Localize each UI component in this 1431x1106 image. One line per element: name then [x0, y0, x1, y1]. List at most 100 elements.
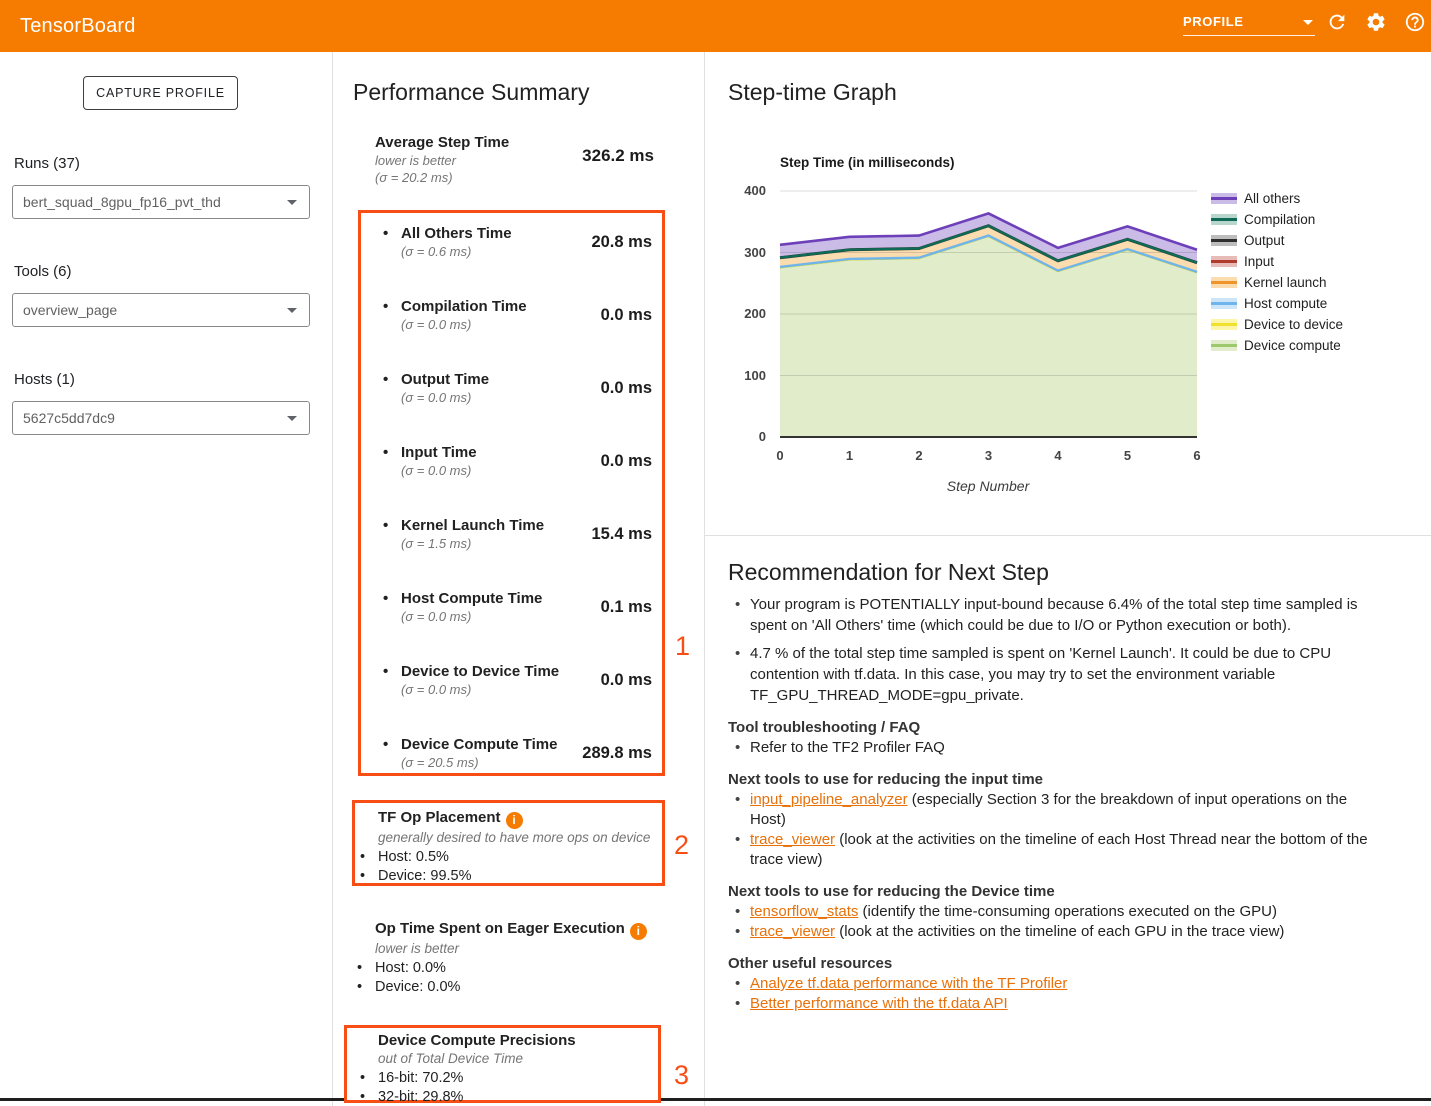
legend-label: Input	[1244, 254, 1274, 269]
summary-item-value: 0.1 ms	[601, 598, 652, 617]
average-step-time-label: Average Step Time	[375, 134, 509, 152]
help-button[interactable]	[1404, 11, 1426, 33]
annotation-number-2: 2	[674, 830, 689, 861]
summary-item-value: 15.4 ms	[591, 525, 652, 544]
y-tick-label: 300	[726, 245, 766, 260]
legend-label: Kernel launch	[1244, 275, 1327, 290]
x-tick-label: 4	[1038, 448, 1078, 463]
chart-legend: All others Compilation Output Input Kernel l…	[1211, 188, 1343, 356]
summary-item-value: 0.0 ms	[601, 306, 652, 325]
summary-item-value: 20.8 ms	[591, 233, 652, 252]
stat-item: 32-bit: 29.8%	[355, 1088, 658, 1106]
app-header: TensorBoard PROFILE	[0, 0, 1431, 52]
legend-label: All others	[1244, 191, 1300, 206]
legend-label: Compilation	[1244, 212, 1315, 227]
settings-button[interactable]	[1365, 11, 1387, 33]
summary-item-sigma: (σ = 20.5 ms)	[401, 754, 582, 771]
legend-item: Kernel launch	[1211, 272, 1343, 293]
legend-swatch	[1211, 277, 1237, 288]
legend-item: Compilation	[1211, 209, 1343, 230]
x-tick-label: 6	[1177, 448, 1217, 463]
recommendation-link[interactable]: input_pipeline_analyzer	[750, 791, 908, 808]
tf-op-placement-title: TF Op Placementi	[378, 809, 662, 829]
bullet-icon: •	[383, 298, 401, 316]
recommendation-item: tensorflow_stats (identify the time-cons…	[750, 902, 1426, 922]
recommendation-section: Recommendation for Next Step Your progra…	[710, 546, 1426, 1014]
summary-item-sigma: (σ = 0.0 ms)	[401, 462, 601, 479]
y-tick-label: 0	[726, 429, 766, 444]
legend-label: Host compute	[1244, 296, 1327, 311]
legend-label: Device compute	[1244, 338, 1341, 353]
x-tick-label: 0	[760, 448, 800, 463]
page-bottom-border	[661, 1098, 1431, 1101]
divider-sidebar	[332, 52, 333, 1106]
summary-item-sigma: (σ = 0.0 ms)	[401, 608, 601, 625]
tensorboard-app: TensorBoard PROFILE CAPTURE PROFILE Runs…	[0, 0, 1431, 1106]
y-tick-label: 200	[726, 306, 766, 321]
recommendation-link[interactable]: trace_viewer	[750, 831, 835, 848]
refresh-icon	[1326, 11, 1348, 33]
device-precision-list: 16-bit: 70.2%32-bit: 29.8%	[355, 1069, 658, 1106]
dashboard-select[interactable]: PROFILE	[1183, 10, 1315, 36]
recommendation-item: Better performance with the tf.data API	[750, 994, 1426, 1014]
stat-item: Host: 0.0%	[352, 959, 665, 978]
stat-item: Host: 0.5%	[355, 848, 662, 867]
recommendation-item: trace_viewer (look at the activities on …	[750, 922, 1426, 942]
runs-select-value: bert_squad_8gpu_fp16_pvt_thd	[23, 194, 221, 210]
summary-item-label: Host Compute Time	[401, 590, 601, 608]
refresh-button[interactable]	[1326, 11, 1348, 33]
chevron-down-icon	[287, 308, 297, 313]
summary-item: •Compilation Time(σ = 0.0 ms)0.0 ms	[383, 298, 652, 333]
bullet-icon: •	[383, 663, 401, 681]
y-tick-label: 400	[726, 183, 766, 198]
summary-item-value: 0.0 ms	[601, 452, 652, 471]
hosts-select[interactable]: 5627c5dd7dc9	[12, 401, 310, 435]
legend-label: Device to device	[1244, 317, 1343, 332]
info-icon[interactable]: i	[630, 923, 647, 940]
summary-item-sigma: (σ = 0.6 ms)	[401, 243, 591, 260]
info-icon[interactable]: i	[506, 812, 523, 829]
x-tick-label: 3	[969, 448, 1009, 463]
legend-item: All others	[1211, 188, 1343, 209]
legend-swatch	[1211, 340, 1237, 351]
summary-item: •Input Time(σ = 0.0 ms)0.0 ms	[383, 444, 652, 479]
summary-item: •Device Compute Time(σ = 20.5 ms)289.8 m…	[383, 736, 652, 771]
tools-select[interactable]: overview_page	[12, 293, 310, 327]
legend-swatch	[1211, 214, 1237, 225]
summary-item-value: 289.8 ms	[582, 744, 652, 763]
summary-item-sigma: (σ = 0.0 ms)	[401, 389, 601, 406]
step-time-chart[interactable]	[780, 190, 1198, 440]
legend-item: Host compute	[1211, 293, 1343, 314]
bullet-icon: •	[383, 517, 401, 535]
eager-execution-sub: lower is better	[375, 941, 665, 957]
x-tick-label: 2	[899, 448, 939, 463]
recommendation-item: trace_viewer (look at the activities on …	[750, 830, 1426, 870]
summary-item: •Kernel Launch Time(σ = 1.5 ms)15.4 ms	[383, 517, 652, 552]
summary-item: •Output Time(σ = 0.0 ms)0.0 ms	[383, 371, 652, 406]
legend-swatch	[1211, 235, 1237, 246]
eager-execution-list: Host: 0.0%Device: 0.0%	[352, 959, 665, 996]
stat-item: 16-bit: 70.2%	[355, 1069, 658, 1088]
average-step-time: Average Step Time lower is better (σ = 2…	[375, 134, 654, 186]
recommendation-link[interactable]: Analyze tf.data performance with the TF …	[750, 975, 1067, 992]
eager-execution-title: Op Time Spent on Eager Executioni	[375, 920, 665, 940]
summary-item-label: All Others Time	[401, 225, 591, 243]
summary-item-sigma: (σ = 1.5 ms)	[401, 535, 591, 552]
runs-select[interactable]: bert_squad_8gpu_fp16_pvt_thd	[12, 185, 310, 219]
recommendation-link[interactable]: Better performance with the tf.data API	[750, 995, 1008, 1012]
recommendation-text: Refer to the TF2 Profiler FAQ	[750, 739, 945, 756]
x-tick-label: 5	[1108, 448, 1148, 463]
legend-swatch	[1211, 256, 1237, 267]
runs-label: Runs (37)	[14, 155, 80, 172]
annotation-number-1: 1	[675, 631, 690, 662]
recommendation-link[interactable]: trace_viewer	[750, 923, 835, 940]
average-step-time-value: 326.2 ms	[582, 146, 654, 166]
average-step-time-sub: lower is better	[375, 152, 509, 169]
legend-label: Output	[1244, 233, 1285, 248]
legend-swatch	[1211, 298, 1237, 309]
summary-item: •Device to Device Time(σ = 0.0 ms)0.0 ms	[383, 663, 652, 698]
legend-item: Input	[1211, 251, 1343, 272]
chevron-down-icon	[287, 200, 297, 205]
recommendation-link[interactable]: tensorflow_stats	[750, 903, 858, 920]
capture-profile-button[interactable]: CAPTURE PROFILE	[83, 76, 238, 110]
